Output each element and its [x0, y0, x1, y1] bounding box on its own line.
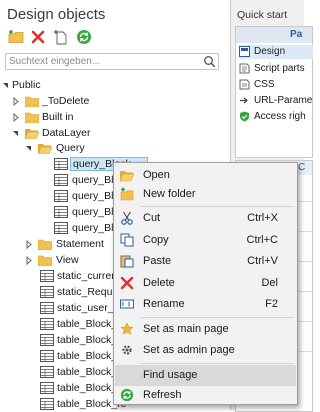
collapsed-arrow-icon[interactable]	[12, 113, 20, 122]
copy-icon	[120, 233, 134, 247]
table-icon	[40, 382, 54, 394]
tree-node-builtin[interactable]: Built in	[0, 110, 230, 125]
refresh-icon	[120, 388, 134, 402]
shield-icon	[240, 111, 249, 122]
paste-icon	[120, 255, 134, 268]
menu-item-set-main-page[interactable]: Set as main page	[115, 319, 296, 340]
rename-icon	[120, 299, 134, 309]
open-folder-icon	[38, 144, 52, 154]
tree-node-public[interactable]: Public	[0, 78, 230, 93]
quick-start-title: Quick start	[237, 9, 288, 21]
menu-item-open[interactable]: Open	[115, 165, 296, 186]
menu-separator	[140, 363, 294, 364]
table-icon	[54, 174, 68, 186]
folder-icon	[38, 255, 52, 266]
new-document-icon[interactable]	[53, 29, 69, 45]
quick-start-css[interactable]: CSS	[239, 78, 313, 92]
table-icon	[40, 334, 54, 346]
expanded-arrow-icon[interactable]	[25, 144, 33, 153]
table-icon	[40, 366, 54, 378]
menu-item-find-usage[interactable]: Find usage	[115, 365, 296, 386]
new-folder-icon[interactable]	[8, 29, 24, 45]
quick-start-url-parameters[interactable]: URL-Parame	[239, 94, 313, 108]
design-icon	[239, 46, 250, 57]
table-icon	[40, 350, 54, 362]
expanded-arrow-icon[interactable]	[12, 129, 20, 138]
tree-node-todelete[interactable]: _ToDelete	[0, 94, 230, 109]
menu-item-paste[interactable]: Paste Ctrl+V	[115, 251, 296, 272]
quick-start-access-rights[interactable]: Access righ	[239, 110, 313, 124]
folder-icon	[25, 112, 39, 123]
menu-item-set-admin-page[interactable]: Set as admin page	[115, 340, 296, 361]
collapsed-arrow-icon[interactable]	[12, 97, 20, 106]
menu-item-new-folder[interactable]: New folder	[115, 184, 296, 205]
menu-separator	[140, 317, 294, 318]
gear-icon	[122, 345, 132, 355]
menu-item-delete[interactable]: Delete Del	[115, 273, 296, 294]
css-icon	[239, 79, 250, 90]
table-icon	[40, 302, 54, 314]
context-menu: Open New folder Cut Ctrl+X Copy Ctrl+C P…	[113, 162, 298, 405]
script-icon	[239, 63, 250, 74]
panel-title: Design objects	[7, 6, 106, 23]
quick-start-header: Pa	[236, 27, 312, 43]
tree-node-query[interactable]: Query	[0, 141, 230, 156]
search-input[interactable]	[9, 55, 189, 68]
collapsed-arrow-icon[interactable]	[25, 256, 33, 265]
delete-icon	[120, 276, 134, 290]
menu-item-copy[interactable]: Copy Ctrl+C	[115, 230, 296, 251]
menu-item-refresh[interactable]: Refresh	[115, 385, 296, 406]
quick-start-design[interactable]: Design	[239, 45, 313, 59]
table-icon	[54, 222, 68, 234]
folder-icon	[25, 96, 39, 107]
table-icon	[40, 398, 54, 410]
scissors-icon	[121, 211, 133, 225]
folder-icon	[38, 239, 52, 250]
new-folder-icon	[120, 187, 134, 201]
table-icon	[40, 270, 54, 282]
table-icon	[40, 318, 54, 330]
quick-start-script-parts[interactable]: Script parts	[239, 62, 313, 76]
tree-node-datalayer[interactable]: DataLayer	[0, 126, 230, 141]
table-icon	[40, 286, 54, 298]
refresh-icon[interactable]	[76, 29, 92, 45]
quick-start-box: Pa Design Script parts CSS URL-Parame Ac…	[235, 26, 313, 158]
table-icon	[54, 206, 68, 218]
arrow-icon	[240, 97, 248, 104]
open-folder-icon	[25, 129, 39, 139]
menu-item-rename[interactable]: Rename F2	[115, 294, 296, 315]
search-icon[interactable]	[203, 55, 216, 68]
search-box	[5, 53, 219, 70]
open-folder-icon	[120, 171, 134, 182]
expanded-arrow-icon[interactable]	[2, 81, 10, 90]
table-icon	[54, 158, 68, 170]
menu-separator	[140, 206, 294, 207]
table-icon	[54, 190, 68, 202]
menu-item-cut[interactable]: Cut Ctrl+X	[115, 208, 296, 229]
star-icon	[120, 322, 134, 335]
delete-icon[interactable]	[30, 29, 46, 45]
collapsed-arrow-icon[interactable]	[25, 240, 33, 249]
